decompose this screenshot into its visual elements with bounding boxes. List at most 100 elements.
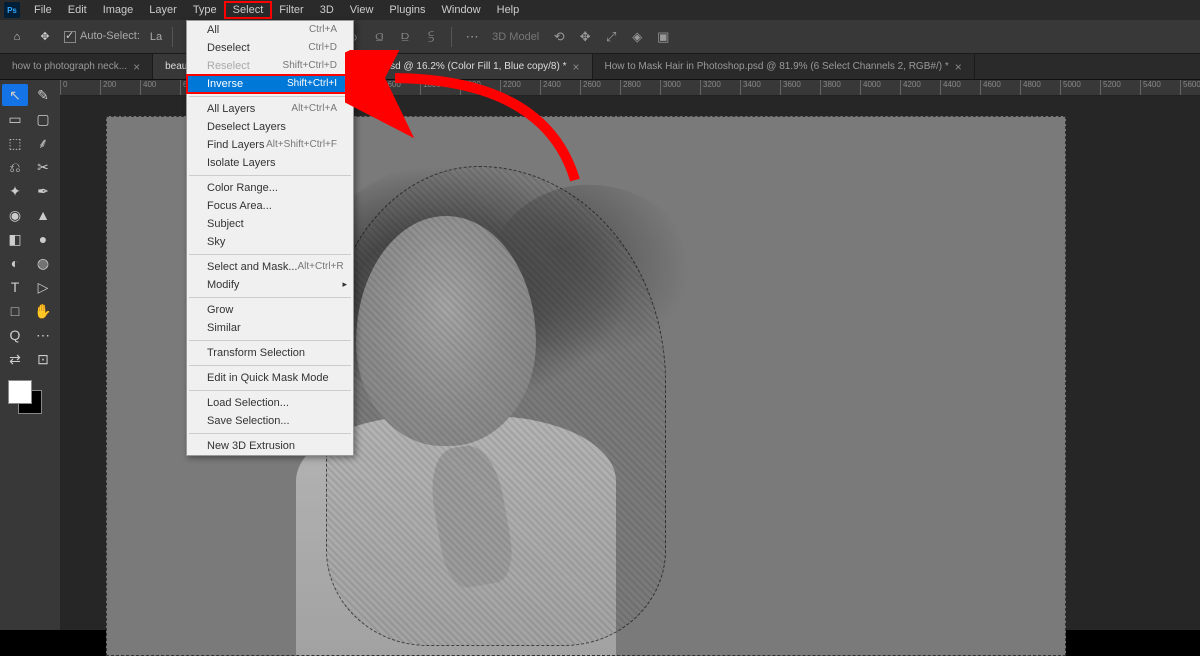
menu-item-select-and-mask[interactable]: Select and Mask...Alt+Ctrl+R [187,258,353,276]
tool-button[interactable]: ✋ [30,300,56,322]
close-icon[interactable]: × [573,60,580,74]
app-logo: Ps [4,2,20,18]
menu-item-deselect[interactable]: Deselect Ctrl+D [187,39,353,57]
orbit-icon[interactable]: ⟲ [549,27,569,47]
tool-button[interactable]: ▭ [2,108,28,130]
menu-select[interactable]: Select [225,2,272,18]
menu-layer[interactable]: Layer [141,2,185,18]
menu-item-reselect: ReselectShift+Ctrl+D [187,57,353,75]
tool-button[interactable]: Q [2,324,28,346]
menu-item-label: Load Selection... [207,397,289,409]
tool-button[interactable]: ⊡ [30,348,56,370]
tool-button[interactable]: ◍ [30,252,56,274]
auto-select-toggle[interactable]: Auto-Select: [64,30,140,42]
menu-item-subject[interactable]: Subject [187,215,353,233]
menu-file[interactable]: File [26,2,60,18]
tool-button[interactable]: ✂ [30,156,56,178]
menu-help[interactable]: Help [489,2,528,18]
menu-separator [189,254,351,255]
ruler-tick: 3000 [660,80,700,95]
menu-item-all-layers[interactable]: All LayersAlt+Ctrl+A [187,100,353,118]
ruler-tick: 4600 [980,80,1020,95]
close-icon[interactable]: × [955,60,962,74]
move-tool-icon[interactable]: ✥ [36,28,54,46]
home-icon[interactable]: ⌂ [8,28,26,46]
menu-item-label: Similar [207,322,241,334]
camera-icon[interactable]: ▣ [653,27,673,47]
menu-item-transform-selection[interactable]: Transform Selection [187,344,353,362]
menu-item-inverse[interactable]: InverseShift+Ctrl+I [187,75,353,93]
menu-item-all[interactable]: AllCtrl+A [187,21,353,39]
document-tab[interactable]: how to photograph neck...× [0,54,153,79]
menu-item-new-3d-extrusion[interactable]: New 3D Extrusion [187,437,353,455]
tool-button[interactable]: □ [2,300,28,322]
tool-button[interactable]: ◧ [2,228,28,250]
menu-image[interactable]: Image [95,2,142,18]
menu-item-label: Edit in Quick Mask Mode [207,372,329,384]
tool-button[interactable]: ✦ [2,180,28,202]
tool-button[interactable]: ⸙ [30,132,56,154]
tab-title: How to Mask Hair in Photoshop.psd @ 81.9… [605,61,949,72]
close-icon[interactable]: × [133,60,140,74]
ruler-tick: 3600 [780,80,820,95]
align-middle-icon[interactable]: ⫑ [369,27,389,47]
tool-button[interactable]: ⎌ [2,156,28,178]
foreground-color[interactable] [8,380,32,404]
menu-item-deselect-layers[interactable]: Deselect Layers [187,118,353,136]
menu-filter[interactable]: Filter [271,2,311,18]
more-icon[interactable]: ⋯ [462,27,482,47]
menu-window[interactable]: Window [434,2,489,18]
menu-item-edit-in-quick-mask-mode[interactable]: Edit in Quick Mask Mode [187,369,353,387]
menu-item-label: Transform Selection [207,347,305,359]
tool-button[interactable]: ↖ [2,84,28,106]
menu-plugins[interactable]: Plugins [381,2,433,18]
dolly-icon[interactable]: ⤢ [601,27,621,47]
menu-item-sky[interactable]: Sky [187,233,353,251]
ruler-tick: 2800 [620,80,660,95]
align-bottom-icon[interactable]: ⫒ [395,27,415,47]
tool-button[interactable]: ✎ [30,84,56,106]
separator [172,27,173,47]
menu-item-shortcut: Ctrl+D [308,42,337,54]
tool-button[interactable]: ▷ [30,276,56,298]
menu-item-modify[interactable]: Modify [187,276,353,294]
ruler-tick: 1800 [420,80,460,95]
tool-button[interactable]: ◉ [2,204,28,226]
layer-dropdown[interactable]: La [150,31,162,43]
menu-item-label: New 3D Extrusion [207,440,295,452]
ruler-tick: 2200 [500,80,540,95]
options-bar: ⌂ ✥ Auto-Select: La ⊞ ▦ ⫍ ⫎ ⫏ ⫐ ⫑ ⫒ ⫓ ⋯ … [0,20,1200,54]
ruler-tick: 3800 [820,80,860,95]
tool-button[interactable]: ✒ [30,180,56,202]
menu-item-label: Deselect [207,42,250,54]
tool-button[interactable]: ◐ [2,252,28,274]
tool-button[interactable]: ⇄ [2,348,28,370]
menu-item-isolate-layers[interactable]: Isolate Layers [187,154,353,172]
3d-icon[interactable]: ◈ [627,27,647,47]
menu-item-similar[interactable]: Similar [187,319,353,337]
pan-icon[interactable]: ✥ [575,27,595,47]
tool-button[interactable]: T [2,276,28,298]
menu-type[interactable]: Type [185,2,225,18]
3d-controls: ⟲ ✥ ⤢ ◈ ▣ [549,27,673,47]
menu-item-color-range[interactable]: Color Range... [187,179,353,197]
menu-view[interactable]: View [342,2,382,18]
menu-item-find-layers[interactable]: Find LayersAlt+Shift+Ctrl+F [187,136,353,154]
tool-button[interactable]: ⋯ [30,324,56,346]
ruler-tick: 2000 [460,80,500,95]
document-tab[interactable]: How to Mask Hair in Photoshop.psd @ 81.9… [593,54,975,79]
menu-edit[interactable]: Edit [60,2,95,18]
tool-button[interactable]: ▢ [30,108,56,130]
menu-item-save-selection[interactable]: Save Selection... [187,412,353,430]
menu-item-label: Find Layers [207,139,264,151]
tool-button[interactable]: ● [30,228,56,250]
tool-button[interactable]: ⬚ [2,132,28,154]
menu-item-label: Reselect [207,60,250,72]
color-swatches[interactable] [8,380,48,420]
tool-button[interactable]: ▲ [30,204,56,226]
menu-item-focus-area[interactable]: Focus Area... [187,197,353,215]
menu-3d[interactable]: 3D [312,2,342,18]
menu-item-grow[interactable]: Grow [187,301,353,319]
distribute-icon[interactable]: ⫓ [421,27,441,47]
menu-item-load-selection[interactable]: Load Selection... [187,394,353,412]
